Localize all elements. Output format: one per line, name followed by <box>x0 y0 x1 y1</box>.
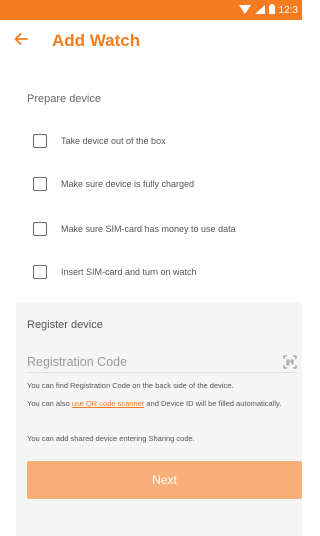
checkbox[interactable] <box>33 265 47 279</box>
help-text-sharing-code: You can add shared device entering Shari… <box>27 434 195 443</box>
register-device-section: Register device Registration Code You ca… <box>16 302 302 536</box>
registration-code-placeholder: Registration Code <box>27 355 128 369</box>
checklist-item-sim-money[interactable]: Make sure SIM-card has money to use data <box>33 219 236 239</box>
help-text-qr-scanner: You can also use QR code scanner and Dev… <box>27 398 299 410</box>
help-text-prefix: You can also <box>27 399 72 408</box>
status-bar: 12:3 <box>0 0 302 20</box>
checkbox[interactable] <box>33 222 47 236</box>
prepare-device-heading: Prepare device <box>27 93 101 105</box>
checkbox[interactable] <box>33 177 47 191</box>
checkbox[interactable] <box>33 134 47 148</box>
qr-code-scanner-link[interactable]: use QR code scanner <box>72 399 145 408</box>
input-underline <box>27 372 297 373</box>
status-time: 12:3 <box>278 4 298 16</box>
qr-scan-icon[interactable] <box>283 355 297 369</box>
registration-code-input[interactable]: Registration Code <box>27 352 297 372</box>
checklist-item-insert-sim[interactable]: Insert SIM-card and turn on watch <box>33 262 197 282</box>
next-button[interactable]: Next <box>27 461 302 499</box>
help-text-suffix: and Device ID will be filled automatical… <box>144 399 282 408</box>
checklist-item-take-out-of-box[interactable]: Take device out of the box <box>33 131 166 151</box>
help-text-registration-code: You can find Registration Code on the ba… <box>27 381 234 390</box>
wifi-icon <box>238 1 251 19</box>
back-arrow-icon <box>14 32 28 50</box>
page-title: Add Watch <box>52 31 141 50</box>
battery-icon <box>268 1 275 19</box>
checklist-item-label: Make sure SIM-card has money to use data <box>61 224 236 234</box>
checklist-item-label: Insert SIM-card and turn on watch <box>61 267 197 277</box>
back-button[interactable] <box>0 20 42 62</box>
checklist-item-fully-charged[interactable]: Make sure device is fully charged <box>33 174 194 194</box>
signal-icon <box>254 1 265 19</box>
checklist-item-label: Make sure device is fully charged <box>61 179 195 189</box>
checklist-item-label: Take device out of the box <box>61 136 166 146</box>
register-device-heading: Register device <box>27 319 103 331</box>
app-header: Add Watch <box>0 20 302 62</box>
